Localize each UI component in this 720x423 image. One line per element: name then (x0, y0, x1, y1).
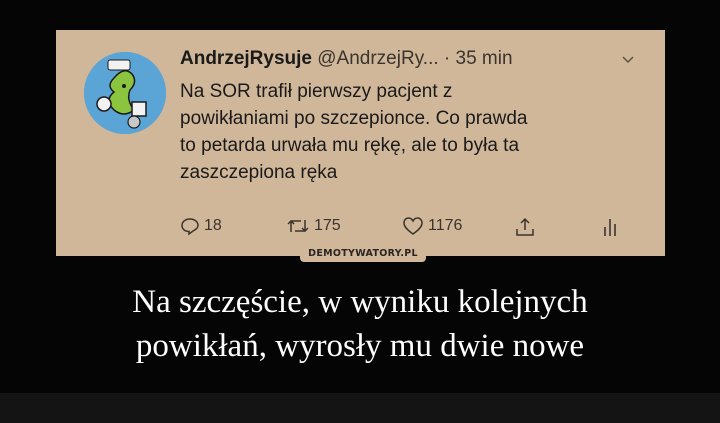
caption-line-2: powikłań, wyrosły mu dwie nowe (135, 328, 585, 364)
reply-button[interactable]: 18 (180, 216, 222, 236)
tweet-header: AndrzejRysuje @AndrzejRy... · 35 min (180, 48, 513, 70)
author-handle[interactable]: @AndrzejRy... (317, 48, 438, 69)
share-button[interactable] (514, 216, 536, 238)
cartoon-avatar-icon (84, 52, 166, 134)
bottom-strip (0, 393, 720, 423)
caption-line-1: Na szczęście, w wyniku kolejnych (132, 284, 588, 320)
retweet-count: 175 (314, 217, 341, 234)
caption: Na szczęście, w wyniku kolejnych powikła… (0, 280, 720, 368)
tweet-text-line: zaszczepiona ręka (180, 162, 338, 183)
analytics-icon (604, 219, 616, 236)
like-count: 1176 (428, 217, 463, 234)
retweet-icon (287, 219, 309, 233)
watermark: DEMOTYWATORY.PL (300, 246, 426, 262)
tweet-time[interactable]: · 35 min (444, 48, 513, 69)
retweet-button[interactable]: 175 (286, 216, 341, 236)
chevron-down-icon[interactable] (621, 52, 635, 66)
tweet-actions: 18 175 1176 (180, 216, 620, 242)
author-name[interactable]: AndrzejRysuje (180, 48, 312, 69)
reply-icon (181, 218, 199, 236)
share-icon (516, 217, 534, 236)
heart-icon (403, 217, 423, 235)
reply-count: 18 (204, 217, 222, 234)
analytics-button[interactable] (600, 216, 620, 238)
tweet-text-line: Na SOR trafił pierwszy pacjent z (180, 81, 453, 102)
tweet-text-line: to petarda urwała mu rękę, ale to była t… (180, 135, 520, 156)
tweet-card: AndrzejRysuje @AndrzejRy... · 35 min Na … (56, 30, 665, 262)
avatar[interactable] (84, 52, 166, 134)
tweet-text: Na SOR trafił pierwszy pacjent z powikła… (180, 78, 645, 186)
tweet-text-line: powikłaniami po szczepionce. Co prawda (180, 108, 528, 129)
like-button[interactable]: 1176 (402, 216, 462, 236)
